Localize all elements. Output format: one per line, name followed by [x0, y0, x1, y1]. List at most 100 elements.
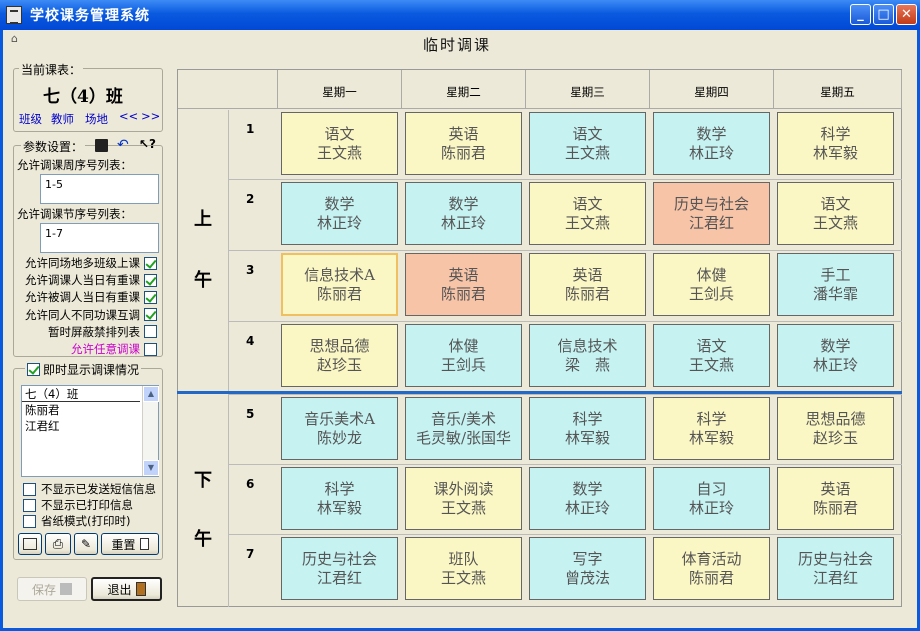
subject-label: 数学 [820, 336, 851, 355]
class-cell[interactable]: 数学 林正玲 [777, 324, 894, 387]
param-option[interactable]: 允许同场地多班级上课 [19, 255, 161, 271]
link-teacher[interactable]: 教师 [51, 111, 74, 127]
lock-icon[interactable]: ⌂ [11, 33, 23, 45]
param-option-checkbox[interactable] [144, 290, 157, 304]
live-option-checkbox[interactable] [23, 482, 36, 496]
prev-link[interactable]: << [119, 109, 138, 123]
scroll-up-icon[interactable]: ▲ [143, 386, 159, 402]
param-option[interactable]: 暂时屏蔽禁排列表 [19, 324, 161, 340]
subject-label: 思想品德 [805, 409, 866, 428]
row-divider [228, 464, 902, 465]
teacher-label: 陈丽君 [688, 568, 734, 587]
param-option-checkbox[interactable] [144, 342, 157, 356]
class-cell[interactable]: 科学 林军毅 [529, 397, 646, 460]
param-option[interactable]: 允许调课人当日有重课 [19, 272, 161, 288]
live-option-checkbox[interactable] [23, 498, 36, 512]
am-label: 上 [194, 209, 212, 230]
live-list[interactable]: 七（4）班 陈丽君 江君红 ▲ ▼ [21, 385, 159, 477]
scroll-down-icon[interactable]: ▼ [143, 460, 159, 476]
class-cell[interactable]: 数学 林正玲 [529, 467, 646, 530]
class-cell[interactable]: 英语 陈丽君 [405, 253, 522, 316]
document-edit-icon: ✎ [80, 537, 92, 551]
class-cell[interactable]: 英语 陈丽君 [405, 112, 522, 175]
teacher-label: 王文燕 [812, 213, 858, 232]
class-cell[interactable]: 课外阅读 王文燕 [405, 467, 522, 530]
teacher-label: 林正玲 [688, 498, 734, 517]
list-item[interactable]: 七（4）班 [22, 386, 140, 402]
class-cell[interactable]: 数学 林正玲 [405, 182, 522, 245]
class-cell[interactable]: 科学 林军毅 [653, 397, 770, 460]
class-cell[interactable]: 科学 林军毅 [777, 112, 894, 175]
class-cell[interactable]: 班队 王文燕 [405, 537, 522, 600]
send-sms-button[interactable] [18, 533, 42, 555]
class-cell[interactable]: 英语 陈丽君 [529, 253, 646, 316]
header-corner [178, 70, 278, 109]
save-button[interactable]: 保存 [17, 577, 87, 601]
link-venue[interactable]: 场地 [85, 111, 108, 127]
class-cell[interactable]: 语文 王文燕 [529, 182, 646, 245]
reset-button[interactable]: 重置 [101, 533, 159, 555]
class-cell[interactable]: 自习 林正玲 [653, 467, 770, 530]
window-controls: _ □ ✕ [850, 4, 917, 25]
class-cell[interactable]: 英语 陈丽君 [777, 467, 894, 530]
next-link[interactable]: >> [141, 109, 160, 123]
period-list-input[interactable]: 1-7 [40, 223, 159, 253]
list-item[interactable]: 江君红 [22, 418, 158, 434]
save-params-icon[interactable] [95, 139, 108, 152]
class-cell[interactable]: 手工 潘华霏 [777, 253, 894, 316]
class-cell[interactable]: 历史与社会 江君红 [653, 182, 770, 245]
print-button[interactable]: ⎙ [45, 533, 71, 555]
live-option-checkbox[interactable] [23, 514, 36, 528]
param-option-checkbox[interactable] [144, 308, 157, 322]
list-item[interactable]: 陈丽君 [22, 402, 158, 418]
class-cell[interactable]: 语文 王文燕 [281, 112, 398, 175]
minimize-button[interactable]: _ [850, 4, 871, 25]
class-cell[interactable]: 体育活动 陈丽君 [653, 537, 770, 600]
class-cell[interactable]: 体健 王剑兵 [405, 324, 522, 387]
undo-icon[interactable]: ↶ [117, 137, 129, 153]
close-button[interactable]: ✕ [896, 4, 917, 25]
class-cell[interactable]: 思想品德 赵珍玉 [281, 324, 398, 387]
class-cell[interactable]: 语文 王文燕 [653, 324, 770, 387]
param-option[interactable]: 允许被调人当日有重课 [19, 289, 161, 305]
link-class[interactable]: 班级 [19, 111, 42, 127]
param-option-checkbox[interactable] [144, 256, 157, 270]
live-option[interactable]: 不显示已打印信息 [23, 497, 133, 513]
week-list-input[interactable]: 1-5 [40, 174, 159, 204]
class-cell[interactable]: 历史与社会 江君红 [281, 537, 398, 600]
param-option[interactable]: 允许任意调课 [19, 341, 161, 357]
class-cell[interactable]: 信息技术梁 燕 [529, 324, 646, 387]
class-cell[interactable]: 思想品德 赵珍玉 [777, 397, 894, 460]
maximize-button[interactable]: □ [873, 4, 894, 25]
class-cell[interactable]: 语文 王文燕 [777, 182, 894, 245]
help-icon[interactable]: ↖? [139, 137, 156, 151]
class-cell[interactable]: 音乐/美术 毛灵敏/张国华 [405, 397, 522, 460]
exit-label: 退出 [107, 582, 132, 597]
floppy-icon [60, 583, 72, 595]
param-option-checkbox[interactable] [144, 273, 157, 287]
class-cell[interactable]: 数学 林正玲 [281, 182, 398, 245]
live-checkbox[interactable] [27, 363, 40, 376]
subject-label: 信息技术 [557, 336, 618, 355]
class-cell[interactable]: 体健 王剑兵 [653, 253, 770, 316]
export-button[interactable]: ✎ [74, 533, 98, 555]
title-bar[interactable]: 学校课务管理系统 _ □ ✕ [0, 0, 920, 30]
subject-label: 英语 [448, 124, 479, 143]
live-option[interactable]: 省纸模式(打印时) [23, 513, 130, 529]
class-cell[interactable]: 信息技术A 陈丽君 [281, 253, 398, 316]
live-option[interactable]: 不显示已发送短信信息 [23, 481, 156, 497]
teacher-label: 陈丽君 [564, 284, 610, 303]
class-cell[interactable]: 写字 曾茂法 [529, 537, 646, 600]
live-toggle[interactable]: 即时显示调课情况 [25, 361, 142, 378]
param-option-checkbox[interactable] [144, 325, 157, 339]
list-scrollbar[interactable]: ▲ ▼ [142, 386, 159, 476]
class-cell[interactable]: 历史与社会 江君红 [777, 537, 894, 600]
page-title: 临时调课 [423, 36, 492, 54]
exit-button[interactable]: 退出 [91, 577, 162, 601]
class-cell[interactable]: 音乐美术A 陈妙龙 [281, 397, 398, 460]
class-cell[interactable]: 语文 王文燕 [529, 112, 646, 175]
param-option[interactable]: 允许同人不同功课互调 [19, 307, 161, 323]
class-cell[interactable]: 数学 林正玲 [653, 112, 770, 175]
class-cell[interactable]: 科学 林军毅 [281, 467, 398, 530]
teacher-label: 林军毅 [316, 498, 362, 517]
